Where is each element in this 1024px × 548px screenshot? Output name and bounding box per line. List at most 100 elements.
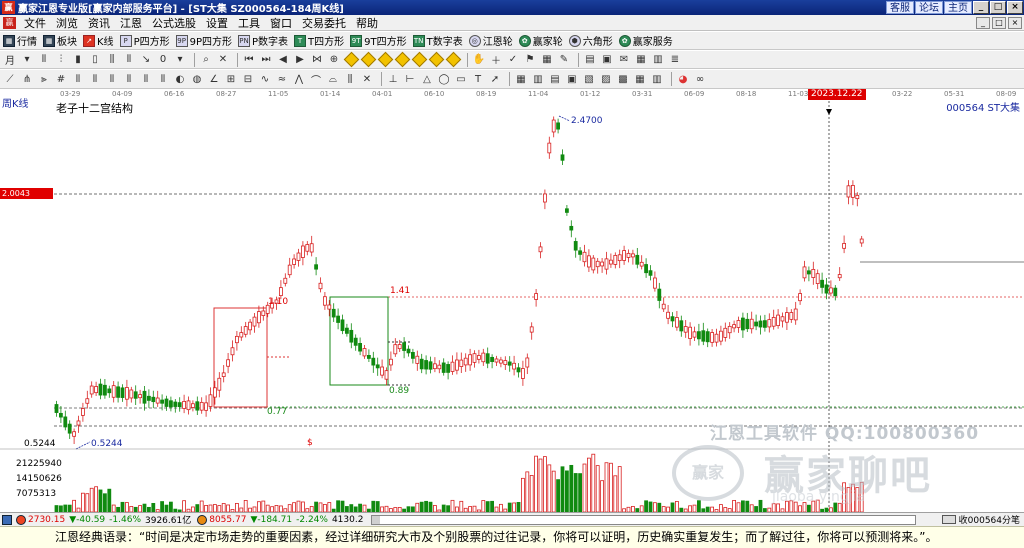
- table-icon[interactable]: ▦: [634, 53, 648, 67]
- grid2-icon[interactable]: ▦: [514, 72, 528, 86]
- wave-icon[interactable]: ∿: [258, 72, 272, 86]
- tool-sector[interactable]: ▦ 板块: [43, 33, 77, 48]
- cycle-icon[interactable]: ◐: [173, 72, 187, 86]
- shrink-icon[interactable]: ⋈: [310, 53, 324, 67]
- ruler-icon[interactable]: ⊢: [403, 72, 417, 86]
- link-home[interactable]: 主页: [944, 1, 972, 14]
- diamond-icon-4[interactable]: [395, 53, 409, 67]
- menu-gann[interactable]: 江恩: [115, 15, 147, 31]
- menu-trade[interactable]: 交易委托: [297, 15, 351, 31]
- bar-tool-icon[interactable]: ⫴: [71, 72, 85, 86]
- moon-icon[interactable]: 月: [3, 53, 17, 67]
- chart4-icon[interactable]: ▣: [565, 72, 579, 86]
- link-forum[interactable]: 论坛: [915, 1, 943, 14]
- bar-tool3-icon[interactable]: ⫴: [105, 72, 119, 86]
- bar-tool4-icon[interactable]: ⫴: [122, 72, 136, 86]
- arc-icon[interactable]: ⌒: [309, 72, 323, 87]
- line-tool-icon[interactable]: ⟋: [3, 72, 17, 86]
- mail-icon[interactable]: ✉: [617, 53, 631, 67]
- text-tool-icon[interactable]: T: [471, 72, 485, 86]
- list-icon[interactable]: ≣: [668, 53, 682, 67]
- candle-hollow-icon[interactable]: ▯: [88, 53, 102, 67]
- fan-icon[interactable]: ⫸: [37, 72, 51, 86]
- close-button[interactable]: ×: [1007, 1, 1023, 14]
- grid-tool-icon[interactable]: #: [54, 72, 68, 86]
- candle-icon[interactable]: ▮: [71, 53, 85, 67]
- infinity-icon[interactable]: ∞: [693, 72, 707, 86]
- mdi-restore-button[interactable]: □: [992, 16, 1006, 29]
- tool-p-square[interactable]: P P四方形: [119, 33, 170, 48]
- close-icon[interactable]: ✕: [216, 53, 230, 67]
- fall-icon[interactable]: ↘: [139, 53, 153, 67]
- first-icon[interactable]: ⏮: [242, 53, 256, 67]
- pie-icon[interactable]: ◕: [676, 72, 690, 86]
- spiral-icon[interactable]: ◍: [190, 72, 204, 86]
- menu-settings[interactable]: 设置: [201, 15, 233, 31]
- chevron-down-icon[interactable]: ▾: [20, 53, 34, 67]
- diamond-icon-2[interactable]: [361, 53, 375, 67]
- box2-icon[interactable]: ⊟: [241, 72, 255, 86]
- rect-icon[interactable]: ▭: [454, 72, 468, 86]
- menu-news[interactable]: 资讯: [83, 15, 115, 31]
- forward-icon[interactable]: ▶: [293, 53, 307, 67]
- flag-icon[interactable]: ⚑: [523, 53, 537, 67]
- tick-detail-label[interactable]: 收000564分笔: [959, 513, 1020, 526]
- angle-icon[interactable]: ∠: [207, 72, 221, 86]
- link-kefu[interactable]: 客服: [886, 1, 914, 14]
- kline-chart-area[interactable]: 03-29 04-09 06-16 08-27 11-05 01-14 04-01 06-10…: [0, 89, 1024, 512]
- chart2-icon[interactable]: ▥: [531, 72, 545, 86]
- ell-icon[interactable]: ⌓: [326, 72, 340, 86]
- ohlc-icon[interactable]: ⫶: [54, 53, 68, 67]
- expand-icon[interactable]: ⊕: [327, 53, 341, 67]
- bar-tool6-icon[interactable]: ⫴: [156, 72, 170, 86]
- cross-icon[interactable]: ✕: [360, 72, 374, 86]
- last-icon[interactable]: ⏭: [259, 53, 273, 67]
- tool-9t-square[interactable]: 9T 9T四方形: [350, 33, 407, 48]
- menu-file[interactable]: 文件: [19, 15, 51, 31]
- mdi-minimize-button[interactable]: _: [976, 16, 990, 29]
- tool-t-number[interactable]: TN T数字表: [412, 33, 463, 48]
- crosshair-icon[interactable]: ＋: [489, 53, 503, 67]
- tool-t-square[interactable]: T T四方形: [294, 33, 344, 48]
- tool-winner-wheel[interactable]: ✿ 赢家轮: [518, 33, 563, 48]
- chart5-icon[interactable]: ▧: [582, 72, 596, 86]
- chart-icon[interactable]: ▥: [651, 53, 665, 67]
- pitchfork-icon[interactable]: ⋔: [20, 72, 34, 86]
- ellipse-icon[interactable]: ◯: [437, 72, 451, 86]
- menu-formula[interactable]: 公式选股: [147, 15, 201, 31]
- chart9-icon[interactable]: ▥: [650, 72, 664, 86]
- tool-gann-wheel[interactable]: ◎ 江恩轮: [468, 33, 513, 48]
- bar-tool5-icon[interactable]: ⫴: [139, 72, 153, 86]
- chart8-icon[interactable]: ▦: [633, 72, 647, 86]
- tool-quote[interactable]: ▦ 行情: [3, 33, 37, 48]
- triangle-icon[interactable]: △: [420, 72, 434, 86]
- up-icon[interactable]: ⊥: [386, 72, 400, 86]
- dropdown-icon[interactable]: ▾: [173, 53, 187, 67]
- horizontal-scrollbar[interactable]: [371, 514, 917, 525]
- diamond-icon-5[interactable]: [412, 53, 426, 67]
- chart7-icon[interactable]: ▩: [616, 72, 630, 86]
- back-icon[interactable]: ◀: [276, 53, 290, 67]
- menu-help[interactable]: 帮助: [351, 15, 383, 31]
- grid-icon[interactable]: ▦: [540, 53, 554, 67]
- tool-kline[interactable]: ↗ K线: [83, 33, 114, 48]
- arrow-tool-icon[interactable]: ➚: [488, 72, 502, 86]
- menu-tools[interactable]: 工具: [233, 15, 265, 31]
- chart6-icon[interactable]: ▨: [599, 72, 613, 86]
- keyboard-icon[interactable]: [2, 514, 12, 525]
- bars2-icon[interactable]: ⫴: [122, 53, 136, 67]
- minimize-button[interactable]: _: [973, 1, 989, 14]
- menu-browse[interactable]: 浏览: [51, 15, 83, 31]
- kline-bars-icon[interactable]: ⫴: [37, 53, 51, 67]
- tool-9p-square[interactable]: 9P 9P四方形: [175, 33, 232, 48]
- zoom-icon[interactable]: ⌕: [199, 53, 213, 67]
- fib-icon[interactable]: ⫼: [343, 72, 357, 86]
- wave2-icon[interactable]: ≈: [275, 72, 289, 86]
- hand-icon[interactable]: ✋: [472, 53, 486, 67]
- tool-icon[interactable]: ✎: [557, 53, 571, 67]
- calc-icon[interactable]: ▣: [600, 53, 614, 67]
- diamond-icon-1[interactable]: [344, 53, 358, 67]
- tool-p-number[interactable]: PN P数字表: [238, 33, 288, 48]
- book-icon[interactable]: ▤: [583, 53, 597, 67]
- diamond-icon-6[interactable]: [429, 53, 443, 67]
